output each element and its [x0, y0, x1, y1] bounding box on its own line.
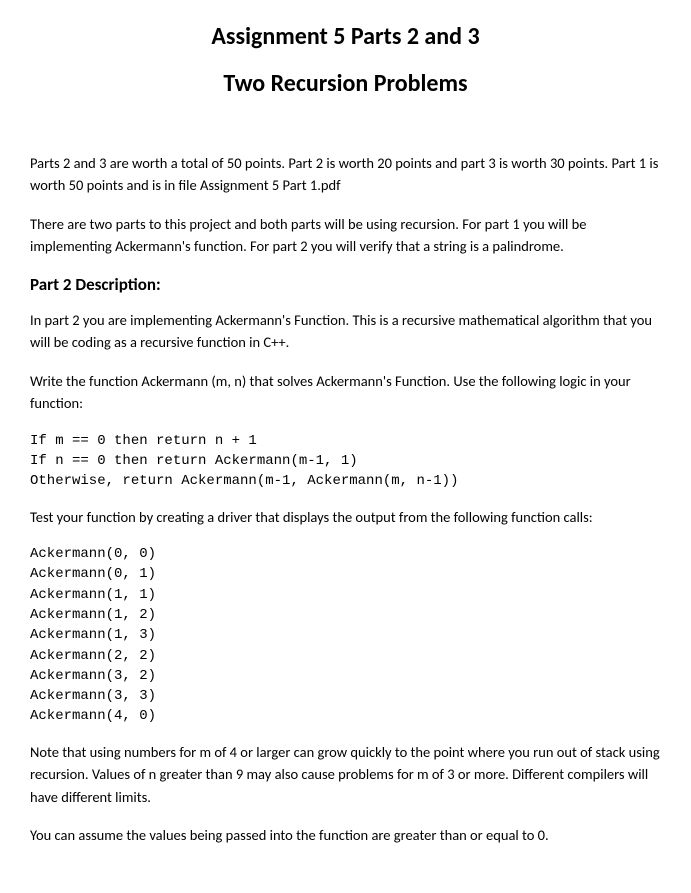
document-title: Assignment 5 Parts 2 and 3	[30, 22, 661, 51]
code-logic-block: If m == 0 then return n + 1 If n == 0 th…	[30, 431, 661, 492]
part2-heading: Part 2 Description:	[30, 274, 661, 295]
part2-paragraph-5: You can assume the values being passed i…	[30, 824, 661, 846]
part2-paragraph-2: Write the function Ackermann (m, n) that…	[30, 370, 661, 415]
intro-paragraph-2: There are two parts to this project and …	[30, 213, 661, 258]
code-calls-block: Ackermann(0, 0) Ackermann(0, 1) Ackerman…	[30, 544, 661, 727]
part2-paragraph-3: Test your function by creating a driver …	[30, 506, 661, 528]
part2-paragraph-4: Note that using numbers for m of 4 or la…	[30, 741, 661, 808]
part2-paragraph-1: In part 2 you are implementing Ackermann…	[30, 309, 661, 354]
intro-paragraph-1: Parts 2 and 3 are worth a total of 50 po…	[30, 152, 661, 197]
document-subtitle: Two Recursion Problems	[30, 69, 661, 98]
